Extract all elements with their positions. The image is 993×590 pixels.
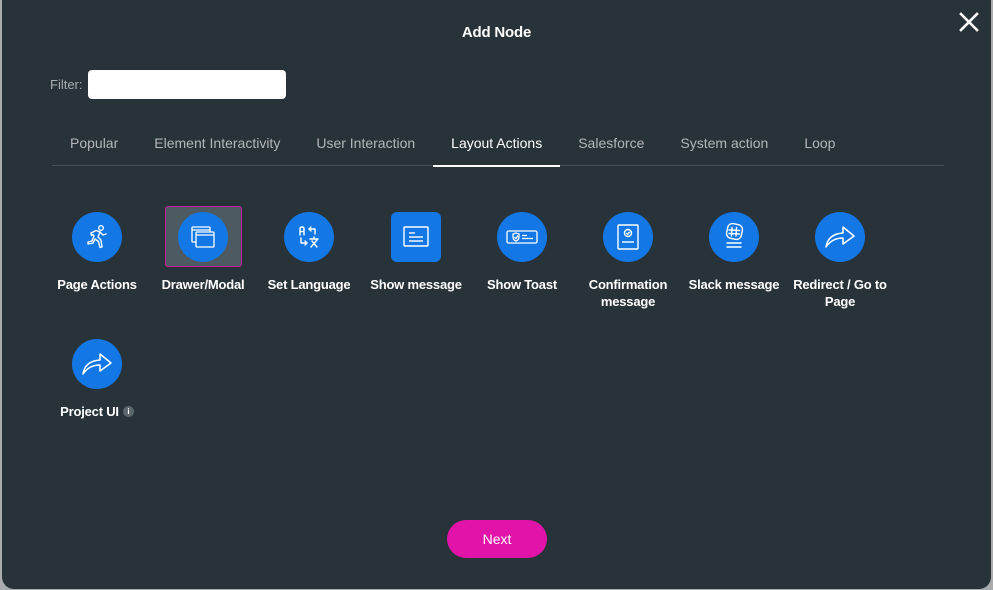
filter-row: Filter: — [50, 70, 286, 99]
translate-icon — [299, 225, 319, 248]
windows-icon — [191, 225, 215, 248]
redirect-arrow-icon — [825, 225, 855, 248]
tab-system-action[interactable]: System action — [662, 128, 786, 166]
slack-icon — [725, 222, 744, 248]
node-project-ui[interactable]: Project UI i — [44, 333, 150, 420]
node-page-actions[interactable]: Page Actions — [44, 206, 150, 293]
tab-salesforce[interactable]: Salesforce — [560, 128, 662, 166]
node-set-language[interactable]: Set Language — [256, 206, 362, 293]
confirmation-icon — [617, 223, 639, 250]
node-show-message[interactable]: Show message — [363, 206, 469, 293]
tab-layout-actions[interactable]: Layout Actions — [433, 128, 561, 167]
share-arrow-icon — [82, 352, 112, 375]
filter-label: Filter: — [50, 77, 83, 92]
dialog-title: Add Node — [461, 24, 532, 41]
message-box-icon — [403, 225, 429, 247]
next-button[interactable]: Next — [447, 520, 547, 558]
tab-popular[interactable]: Popular — [52, 128, 136, 166]
node-label: Show message — [370, 277, 462, 292]
toast-shield-icon — [506, 229, 538, 244]
info-icon[interactable]: i — [122, 406, 134, 417]
node-confirmation-message[interactable]: Confirmation message — [575, 206, 681, 310]
node-label: Confirmation message — [588, 277, 668, 309]
node-label: Project UI i — [44, 403, 150, 420]
node-redirect-go-to-page[interactable]: Redirect / Go to Page — [787, 206, 893, 310]
close-icon — [959, 12, 979, 32]
node-label: Show Toast — [487, 277, 557, 292]
node-slack-message[interactable]: Slack message — [681, 206, 787, 293]
tab-user-interaction[interactable]: User Interaction — [298, 128, 433, 166]
category-tabs: Popular Element Interactivity User Inter… — [52, 128, 944, 167]
tab-element-interactivity[interactable]: Element Interactivity — [136, 128, 298, 166]
running-person-icon — [87, 224, 107, 248]
filter-input[interactable] — [87, 70, 286, 99]
tab-loop[interactable]: Loop — [786, 128, 853, 166]
node-label: Slack message — [688, 277, 780, 292]
node-drawer-modal[interactable]: Drawer/Modal — [150, 206, 256, 293]
node-label: Drawer/Modal — [161, 277, 245, 292]
add-node-dialog: Add Node Filter: Popular Element Interac… — [2, 0, 991, 589]
node-show-toast[interactable]: Show Toast — [469, 206, 575, 293]
node-label-text: Project UI — [60, 404, 119, 419]
node-label: Set Language — [267, 277, 351, 292]
node-label: Redirect / Go to Page — [793, 277, 887, 309]
node-label: Page Actions — [57, 277, 137, 292]
close-button[interactable] — [957, 10, 981, 34]
